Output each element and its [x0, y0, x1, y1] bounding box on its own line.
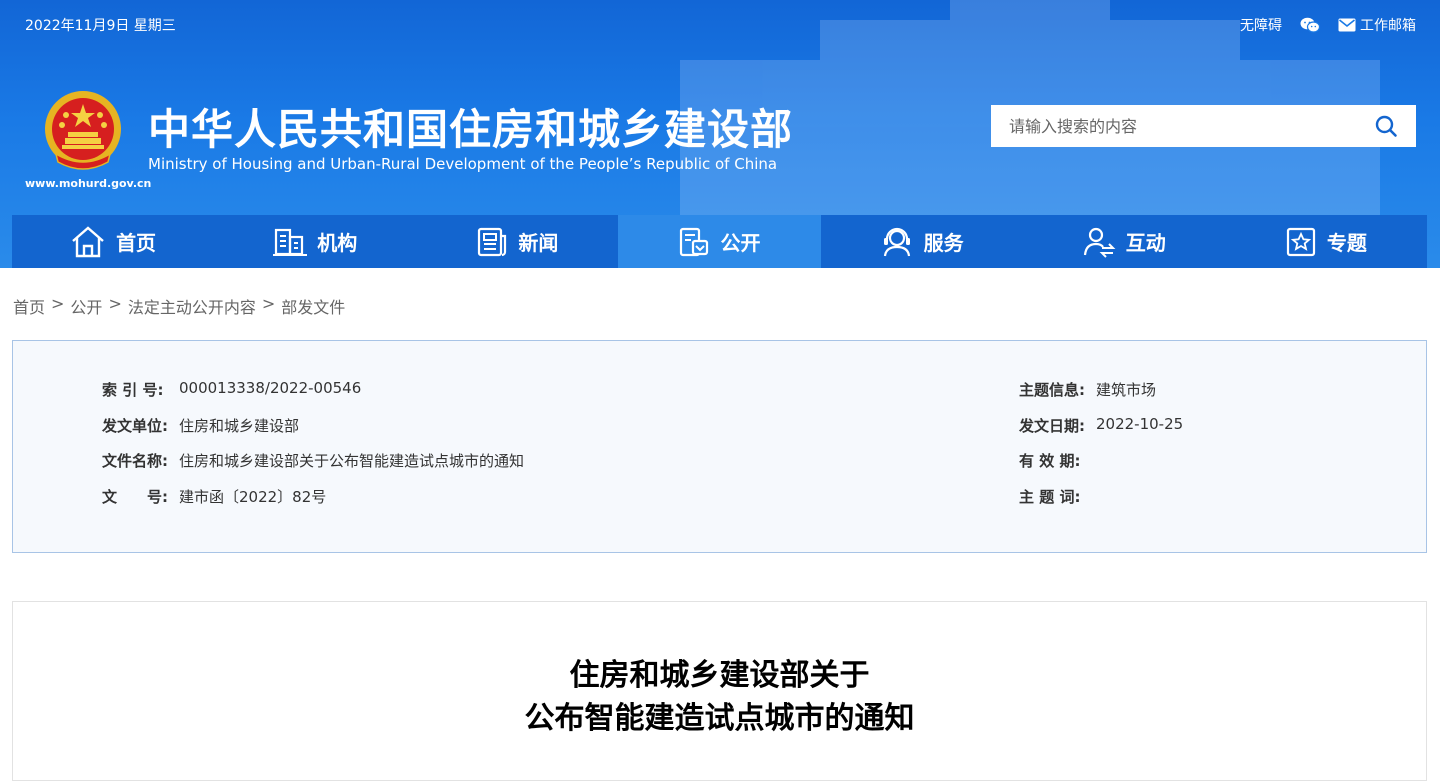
service-icon — [883, 227, 910, 256]
mail-icon — [1338, 18, 1356, 32]
topbar-links: 无障碍 工作邮箱 — [1240, 15, 1416, 35]
national-emblem-icon[interactable] — [42, 88, 124, 176]
info-value: 000013338/2022-00546 — [179, 379, 362, 397]
article-container: 住房和城乡建设部关于 公布智能建造试点城市的通知 — [12, 601, 1427, 781]
breadcrumb-separator: > — [261, 294, 276, 313]
info-issuer: 发文单位: 住房和城乡建设部 — [102, 415, 299, 436]
breadcrumb-separator: > — [51, 294, 65, 313]
search-input[interactable] — [991, 105, 1356, 147]
site-header: 2022年11月9日 星期三 无障碍 工作邮箱 www.mohurd.gov.c… — [0, 0, 1440, 268]
breadcrumb-disclosure[interactable]: 公开 — [70, 294, 102, 318]
info-label: 主题信息: — [1019, 381, 1085, 399]
nav-label: 机构 — [317, 231, 358, 255]
info-label: 索 引 号: — [102, 381, 164, 399]
nav-label: 新闻 — [518, 231, 559, 255]
accessibility-link[interactable]: 无障碍 — [1240, 15, 1282, 35]
nav-item-topics[interactable]: 专题 — [1225, 215, 1427, 268]
nav-item-organization[interactable]: 机构 — [214, 215, 416, 268]
article-title-line-1: 住房和城乡建设部关于 — [569, 658, 870, 693]
breadcrumb: 首页 > 公开 > 法定主动公开内容 > 部发文件 — [13, 294, 345, 318]
breadcrumb-home[interactable]: 首页 — [13, 294, 45, 318]
info-label: 有 效 期: — [1019, 452, 1081, 470]
site-title[interactable]: 中华人民共和国住房和城乡建设部 — [148, 96, 793, 157]
info-label: 发文日期: — [1019, 417, 1085, 435]
site-url: www.mohurd.gov.cn — [25, 177, 152, 190]
info-document-name: 文件名称: 住房和城乡建设部关于公布智能建造试点城市的通知 — [102, 450, 524, 471]
document-info-panel: 索 引 号: 000013338/2022-00546 主题信息: 建筑市场 发… — [12, 340, 1427, 553]
disclosure-icon — [680, 227, 709, 256]
work-mail-link[interactable]: 工作邮箱 — [1338, 15, 1416, 35]
nav-label: 专题 — [1326, 231, 1367, 255]
nav-item-news[interactable]: 新闻 — [416, 215, 618, 268]
nav-label: 公开 — [720, 231, 761, 255]
info-document-number: 文 号: 建市函〔2022〕82号 — [102, 486, 326, 507]
work-mail-label: 工作邮箱 — [1360, 18, 1416, 34]
search-button[interactable] — [1356, 105, 1416, 147]
info-index-number: 索 引 号: 000013338/2022-00546 — [102, 379, 361, 400]
info-label: 文 号: — [102, 488, 168, 506]
nav-label: 首页 — [116, 231, 157, 255]
info-topic: 主题信息: 建筑市场 — [1019, 379, 1156, 400]
article-title-line-2: 公布智能建造试点城市的通知 — [524, 701, 915, 736]
info-keywords: 主 题 词: — [1019, 486, 1096, 507]
topic-star-icon — [1286, 227, 1316, 256]
home-icon — [72, 225, 104, 257]
building-icon — [273, 228, 308, 256]
info-issue-date: 发文日期: 2022-10-25 — [1019, 415, 1183, 436]
info-label: 主 题 词: — [1019, 488, 1081, 506]
nav-item-home[interactable]: 首页 — [12, 215, 214, 268]
interaction-icon — [1083, 227, 1116, 258]
info-value: 住房和城乡建设部关于公布智能建造试点城市的通知 — [179, 452, 525, 470]
info-label: 文件名称: — [102, 452, 168, 470]
search-bar — [991, 105, 1416, 147]
info-value: 建市函〔2022〕82号 — [179, 488, 327, 506]
breadcrumb-statutory-content[interactable]: 法定主动公开内容 — [128, 294, 256, 318]
nav-label: 互动 — [1125, 231, 1166, 255]
info-value: 建筑市场 — [1096, 381, 1157, 399]
wechat-icon[interactable] — [1300, 17, 1320, 33]
info-validity: 有 效 期: — [1019, 450, 1096, 471]
nav-item-interaction[interactable]: 互动 — [1023, 215, 1225, 268]
nav-item-disclosure[interactable]: 公开 — [618, 215, 821, 268]
search-icon — [1375, 115, 1397, 137]
breadcrumb-ministry-documents[interactable]: 部发文件 — [281, 294, 345, 318]
current-date: 2022年11月9日 星期三 — [25, 18, 176, 34]
nav-item-service[interactable]: 服务 — [821, 215, 1023, 268]
site-subtitle: Ministry of Housing and Urban-Rural Deve… — [148, 155, 778, 173]
nav-label: 服务 — [923, 231, 964, 255]
info-value: 住房和城乡建设部 — [179, 417, 300, 435]
main-nav: 首页 机构 新闻 公开 服务 互动 专题 — [12, 215, 1427, 268]
news-icon — [478, 227, 507, 256]
info-value: 2022-10-25 — [1096, 415, 1184, 433]
breadcrumb-separator: > — [108, 294, 122, 313]
info-label: 发文单位: — [102, 417, 168, 435]
